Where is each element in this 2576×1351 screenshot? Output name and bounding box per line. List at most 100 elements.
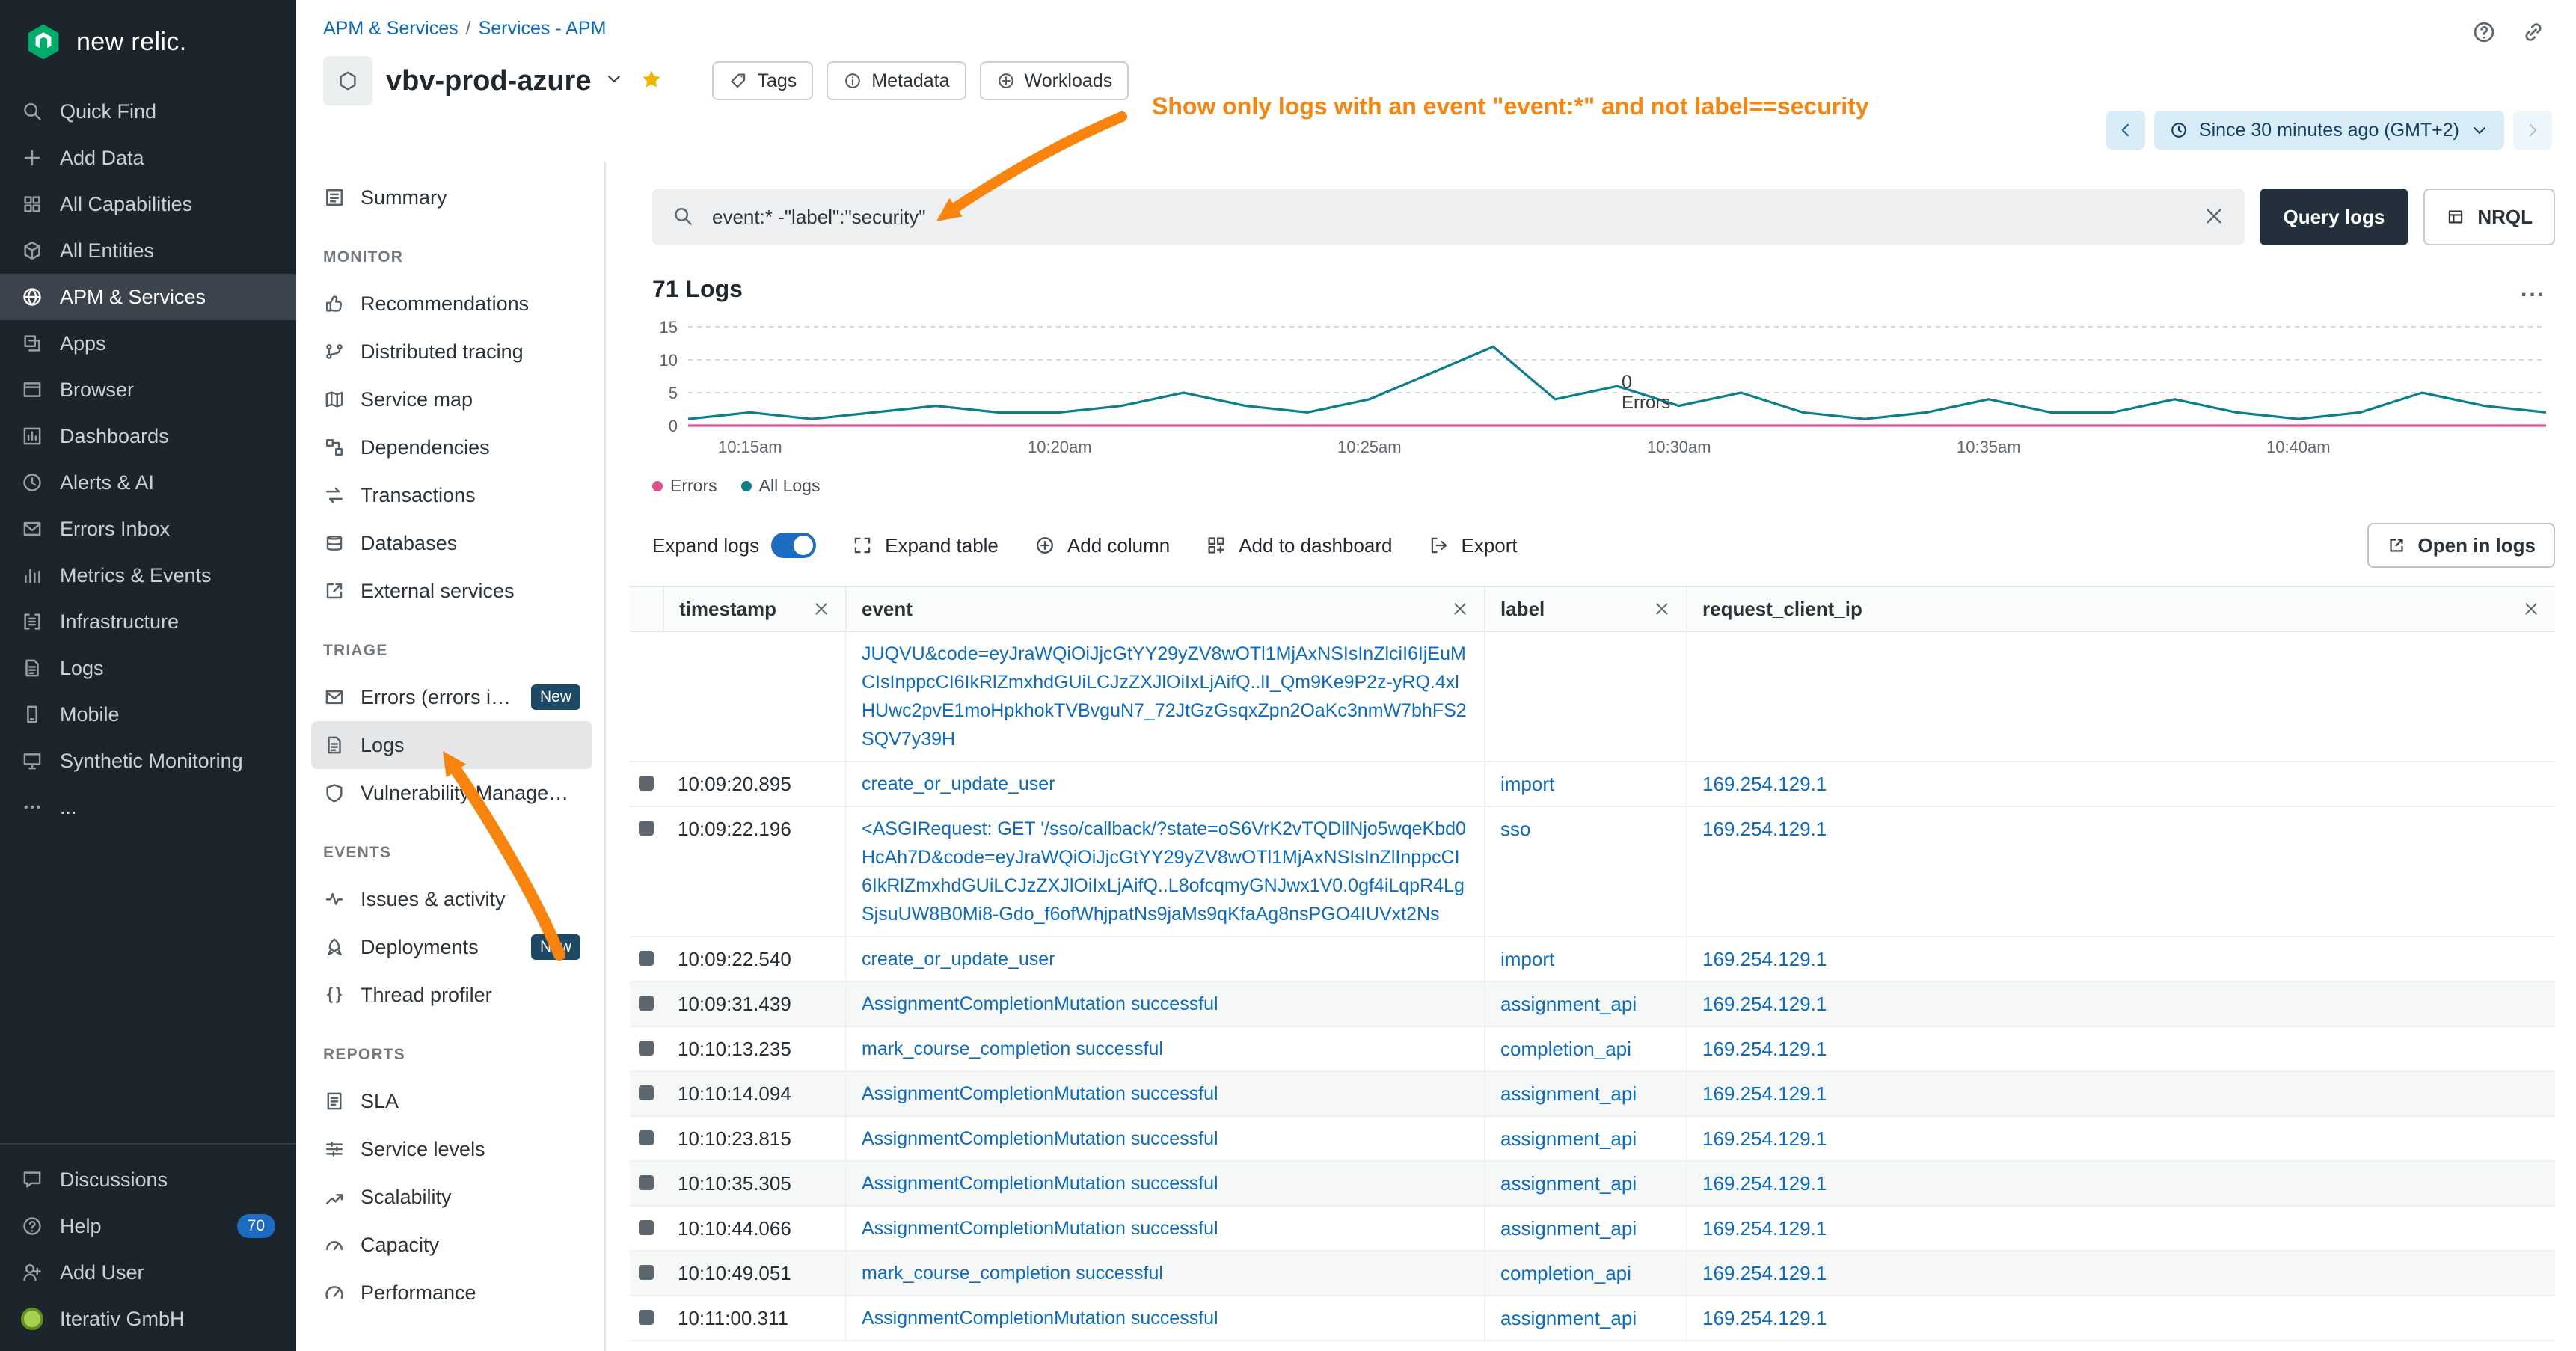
event-link[interactable]: mark_course_completion successful: [862, 1263, 1163, 1284]
sidebar-item-errors-inbox[interactable]: Errors Inbox: [0, 506, 296, 552]
cell-event[interactable]: <ASGIRequest: GET '/sso/callback/?state=…: [845, 807, 1484, 936]
remove-column-icon[interactable]: [2522, 600, 2540, 618]
logs-timeseries-chart[interactable]: 05101510:15am10:20am10:25am10:30am10:35a…: [652, 315, 2555, 459]
cell-label[interactable]: sso: [1484, 807, 1686, 936]
label-link[interactable]: import: [1500, 948, 1554, 970]
nav-item-scalability[interactable]: Scalability: [311, 1173, 592, 1221]
sidebar-item-infrastructure[interactable]: Infrastructure: [0, 598, 296, 645]
row-checkbox[interactable]: [639, 821, 654, 836]
row-checkbox[interactable]: [639, 996, 654, 1011]
export-button[interactable]: Export: [1429, 534, 1518, 557]
cell-request-client-ip[interactable]: 169.254.129.1: [1686, 807, 2555, 936]
cell-request-client-ip[interactable]: 169.254.129.1: [1686, 1252, 2555, 1295]
clear-query-button[interactable]: [2203, 205, 2225, 233]
sidebar-item-dashboards[interactable]: Dashboards: [0, 413, 296, 459]
cell-request-client-ip[interactable]: 169.254.129.1: [1686, 1027, 2555, 1070]
sidebar-item-discussions[interactable]: Discussions: [0, 1157, 296, 1203]
log-row[interactable]: 10:10:49.051 mark_course_completion succ…: [630, 1252, 2555, 1296]
cell-request-client-ip[interactable]: 169.254.129.1: [1686, 1162, 2555, 1205]
cell-event[interactable]: AssignmentCompletionMutation successful: [845, 982, 1484, 1026]
event-link[interactable]: AssignmentCompletionMutation successful: [862, 1218, 1218, 1239]
cell-request-client-ip[interactable]: 169.254.129.1: [1686, 762, 2555, 806]
cell-event[interactable]: AssignmentCompletionMutation successful: [845, 1117, 1484, 1160]
label-link[interactable]: import: [1500, 773, 1554, 795]
metadata-button[interactable]: Metadata: [827, 61, 966, 100]
nav-item-databases[interactable]: Databases: [311, 519, 592, 567]
sidebar-item-all-capabilities[interactable]: All Capabilities: [0, 181, 296, 227]
event-link[interactable]: AssignmentCompletionMutation successful: [862, 1128, 1218, 1149]
cell-label[interactable]: assignment_api: [1484, 1207, 1686, 1250]
nav-item-recommendations[interactable]: Recommendations: [311, 280, 592, 328]
cell-event[interactable]: create_or_update_user: [845, 762, 1484, 806]
sidebar-item-alerts-ai[interactable]: Alerts & AI: [0, 459, 296, 506]
cell-request-client-ip[interactable]: 169.254.129.1: [1686, 1072, 2555, 1115]
remove-column-icon[interactable]: [1451, 600, 1469, 618]
label-link[interactable]: assignment_api: [1500, 1217, 1637, 1240]
ip-link[interactable]: 169.254.129.1: [1702, 1217, 1827, 1240]
label-link[interactable]: assignment_api: [1500, 1127, 1637, 1150]
nav-item-summary[interactable]: Summary: [311, 174, 592, 221]
nav-item-logs[interactable]: Logs: [311, 721, 592, 769]
cell-event[interactable]: mark_course_completion successful: [845, 1027, 1484, 1070]
log-row[interactable]: 10:10:23.815 AssignmentCompletionMutatio…: [630, 1117, 2555, 1162]
sidebar-item-all-entities[interactable]: All Entities: [0, 227, 296, 274]
log-row[interactable]: 10:09:31.439 AssignmentCompletionMutatio…: [630, 982, 2555, 1027]
row-checkbox[interactable]: [639, 1220, 654, 1235]
cell-label[interactable]: assignment_api: [1484, 1117, 1686, 1160]
cell-label[interactable]: assignment_api: [1484, 1296, 1686, 1340]
ip-link[interactable]: 169.254.129.1: [1702, 993, 1827, 1015]
brand-logo-row[interactable]: new relic.: [0, 0, 296, 88]
cell-event[interactable]: AssignmentCompletionMutation successful: [845, 1296, 1484, 1340]
event-link[interactable]: <ASGIRequest: GET '/sso/callback/?state=…: [862, 818, 1466, 925]
cell-label[interactable]: completion_api: [1484, 1252, 1686, 1295]
ip-link[interactable]: 169.254.129.1: [1702, 1082, 1827, 1105]
sidebar-item-more[interactable]: ...: [0, 784, 296, 830]
event-link[interactable]: create_or_update_user: [862, 773, 1055, 794]
sidebar-item-browser[interactable]: Browser: [0, 367, 296, 413]
log-row[interactable]: 10:10:13.235 mark_course_completion succ…: [630, 1027, 2555, 1072]
row-checkbox[interactable]: [639, 1265, 654, 1280]
ip-link[interactable]: 169.254.129.1: [1702, 818, 1827, 840]
cell-event[interactable]: JUQVU&code=eyJraWQiOiJjcGtYY29yZV8wOTl1M…: [845, 632, 1484, 761]
breadcrumb-apm-services[interactable]: APM & Services: [323, 18, 459, 40]
event-link[interactable]: AssignmentCompletionMutation successful: [862, 993, 1218, 1014]
ip-link[interactable]: 169.254.129.1: [1702, 1038, 1827, 1060]
cell-request-client-ip[interactable]: 169.254.129.1: [1686, 1207, 2555, 1250]
expand-table-button[interactable]: Expand table: [852, 534, 999, 557]
cell-request-client-ip[interactable]: 169.254.129.1: [1686, 982, 2555, 1026]
workloads-button[interactable]: Workloads: [980, 61, 1129, 100]
prev-time-range-button[interactable]: [2106, 111, 2145, 150]
event-link[interactable]: create_or_update_user: [862, 949, 1055, 969]
row-checkbox[interactable]: [639, 1085, 654, 1100]
column-header-timestamp[interactable]: timestamp: [663, 587, 845, 631]
cell-label[interactable]: import: [1484, 762, 1686, 806]
sidebar-item-synthetic-monitoring[interactable]: Synthetic Monitoring: [0, 738, 296, 784]
nav-item-service-map[interactable]: Service map: [311, 376, 592, 423]
label-link[interactable]: assignment_api: [1500, 1307, 1637, 1329]
cell-event[interactable]: create_or_update_user: [845, 937, 1484, 981]
ip-link[interactable]: 169.254.129.1: [1702, 1127, 1827, 1150]
sidebar-item-quick-find[interactable]: Quick Find: [0, 88, 296, 135]
entity-switcher[interactable]: [604, 69, 624, 94]
event-link[interactable]: AssignmentCompletionMutation successful: [862, 1308, 1218, 1329]
sidebar-item-metrics-events[interactable]: Metrics & Events: [0, 552, 296, 598]
log-row[interactable]: JUQVU&code=eyJraWQiOiJjcGtYY29yZV8wOTl1M…: [630, 632, 2555, 762]
row-checkbox[interactable]: [639, 1130, 654, 1145]
time-range-pill[interactable]: Since 30 minutes ago (GMT+2): [2154, 111, 2504, 150]
legend-errors[interactable]: Errors: [652, 476, 717, 496]
ip-link[interactable]: 169.254.129.1: [1702, 1262, 1827, 1284]
nav-item-deployments[interactable]: DeploymentsNew: [311, 923, 592, 971]
copy-permalink-button[interactable]: [2521, 19, 2546, 50]
label-link[interactable]: completion_api: [1500, 1262, 1631, 1284]
sidebar-item-add-user[interactable]: Add User: [0, 1249, 296, 1296]
nav-item-vulnerability-management[interactable]: Vulnerability Management: [311, 769, 592, 817]
ip-link[interactable]: 169.254.129.1: [1702, 773, 1827, 795]
sidebar-item-iterativ-gmbh[interactable]: Iterativ GmbH: [0, 1296, 296, 1342]
cell-label[interactable]: import: [1484, 937, 1686, 981]
nav-item-sla[interactable]: SLA: [311, 1077, 592, 1125]
sidebar-item-apm-services[interactable]: APM & Services: [0, 274, 296, 320]
add-column-button[interactable]: Add column: [1034, 534, 1170, 557]
help-circle-button[interactable]: [2471, 19, 2497, 50]
tags-button[interactable]: Tags: [712, 61, 813, 100]
nav-item-performance[interactable]: Performance: [311, 1269, 592, 1317]
